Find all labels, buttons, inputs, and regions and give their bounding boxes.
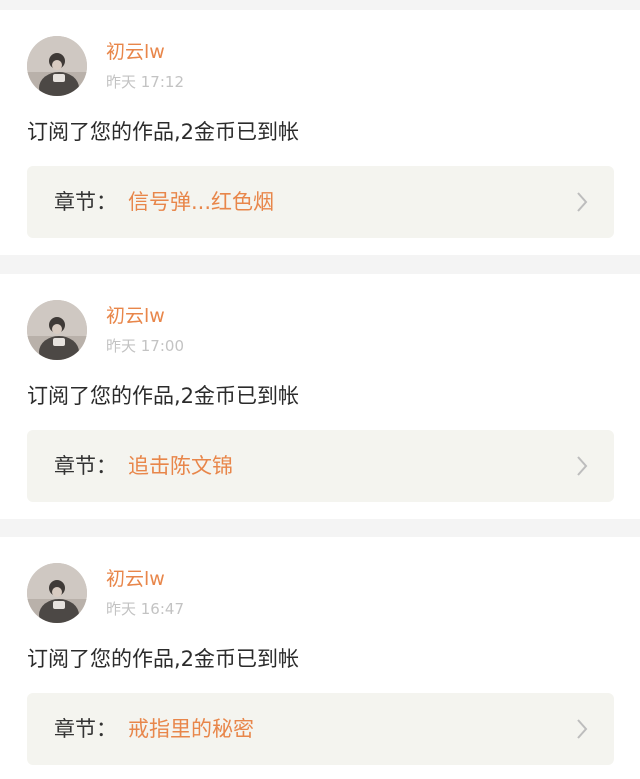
notification-card: 初云lw 昨天 17:00 订阅了您的作品,2金币已到帐 章节： 追击陈文锦 [0,274,640,519]
notification-message: 订阅了您的作品,2金币已到帐 [27,647,300,671]
chapter-title: 追击陈文锦 [128,454,233,478]
username[interactable]: 初云lw [106,567,165,591]
chapter-label: 章节： [54,190,117,214]
notification-message: 订阅了您的作品,2金币已到帐 [27,384,300,408]
notification-card: 初云lw 昨天 17:12 订阅了您的作品,2金币已到帐 章节： 信号弹...红… [0,10,640,255]
chapter-label: 章节： [54,454,117,478]
timestamp: 昨天 17:12 [106,73,184,91]
username[interactable]: 初云lw [106,304,165,328]
chapter-title: 戒指里的秘密 [128,717,254,741]
username[interactable]: 初云lw [106,40,165,64]
timestamp: 昨天 17:00 [106,337,184,355]
chapter-title: 信号弹...红色烟 [128,190,275,214]
chevron-right-icon [577,719,588,739]
avatar[interactable] [27,36,87,96]
chapter-label: 章节： [54,717,117,741]
avatar[interactable] [27,300,87,360]
timestamp: 昨天 16:47 [106,600,184,618]
chevron-right-icon [577,192,588,212]
avatar[interactable] [27,563,87,623]
chapter-link[interactable]: 章节： 信号弹...红色烟 [27,166,614,238]
notification-feed: 初云lw 昨天 17:12 订阅了您的作品,2金币已到帐 章节： 信号弹...红… [0,0,640,779]
chevron-right-icon [577,456,588,476]
chapter-link[interactable]: 章节： 戒指里的秘密 [27,693,614,765]
chapter-link[interactable]: 章节： 追击陈文锦 [27,430,614,502]
notification-message: 订阅了您的作品,2金币已到帐 [27,120,300,144]
notification-card: 初云lw 昨天 16:47 订阅了您的作品,2金币已到帐 章节： 戒指里的秘密 [0,537,640,779]
